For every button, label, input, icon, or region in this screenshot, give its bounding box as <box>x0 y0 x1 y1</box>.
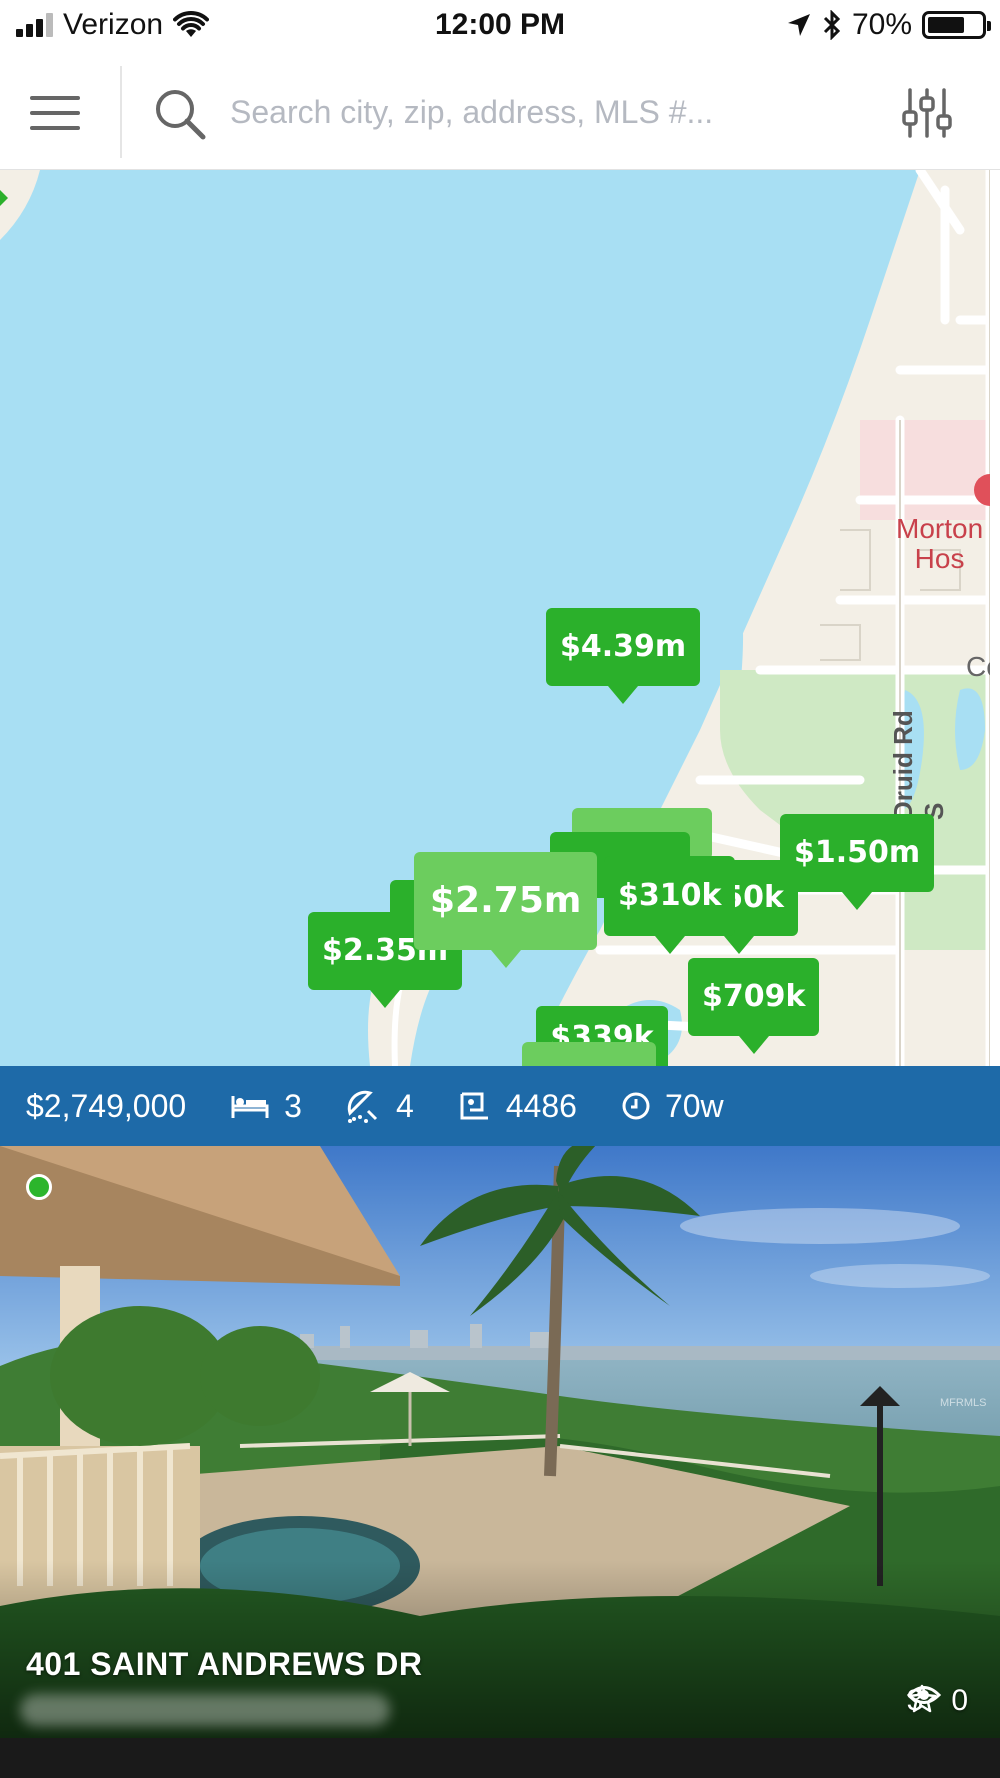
map-view[interactable]: Morton Hos Druid Rd S Co 5 $1.50m $4.39m… <box>0 170 1000 1066</box>
search-header <box>0 56 1000 170</box>
map-label-hospital: Morton Hos <box>896 513 984 574</box>
baths-stat: 4 <box>346 1088 414 1125</box>
status-right: 70% <box>786 8 991 42</box>
location-arrow-icon <box>787 14 810 36</box>
blurred-subtitle <box>20 1694 390 1726</box>
search-input[interactable] <box>230 82 840 142</box>
price-pin[interactable]: $1.50m <box>780 814 935 910</box>
listing-address: 401 SAINT ANDREWS DR <box>26 1646 423 1682</box>
battery-percent: 70% <box>851 8 912 41</box>
map-label-road: Druid Rd S <box>888 710 949 820</box>
map-edge <box>990 170 1000 1066</box>
price-pin[interactable]: $310k <box>604 856 736 954</box>
days-on-market-stat: 70w <box>621 1088 724 1125</box>
bed-icon <box>231 1096 269 1118</box>
bottom-bar <box>0 1738 1000 1778</box>
shower-icon <box>347 1090 378 1123</box>
header-divider <box>120 66 122 158</box>
star-icon[interactable] <box>907 1684 937 1714</box>
listing-price: $2,749,000 <box>26 1087 187 1124</box>
favorites-stat[interactable]: 0 <box>907 1684 968 1718</box>
battery-level <box>928 17 965 33</box>
search-icon <box>156 90 206 140</box>
status-bar: Verizon 12:00 PM 70% <box>0 0 1000 56</box>
clock-icon <box>622 1092 650 1120</box>
status-indicator <box>26 1174 52 1200</box>
price-pin[interactable]: $4.39m <box>546 608 701 704</box>
listing-stats: 3 0 <box>906 1684 968 1718</box>
listing-photo[interactable]: MFRMLS 401 SAINT ANDREWS DR 3 0 <box>0 1146 1000 1738</box>
listing-summary-bar: $2,749,000 3 4 4486 70w <box>0 1066 1000 1146</box>
beds-stat: 3 <box>230 1088 302 1125</box>
photo-watermark: MFRMLS <box>940 1397 986 1409</box>
menu-button[interactable] <box>30 96 80 130</box>
filter-icon[interactable] <box>900 86 954 140</box>
price-pin[interactable]: $709k <box>688 958 820 1054</box>
bluetooth-icon <box>823 10 841 40</box>
area-icon <box>460 1092 488 1120</box>
price-pin[interactable] <box>522 1042 656 1066</box>
price-pin-selected[interactable]: $2.75m <box>414 852 598 968</box>
sqft-stat: 4486 <box>458 1088 577 1125</box>
battery-icon <box>922 11 991 39</box>
